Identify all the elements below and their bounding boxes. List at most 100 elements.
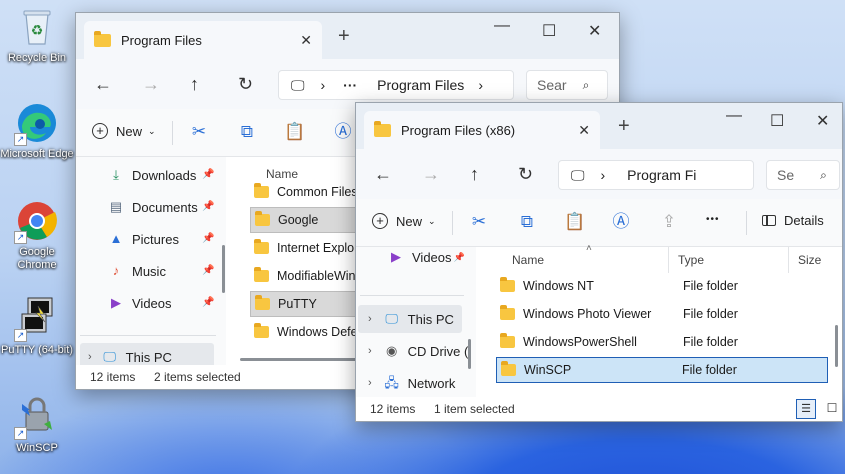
file-name: WinSCP [524,363,572,377]
file-type: File folder [683,335,738,349]
breadcrumb-program-files-x86[interactable]: Program Fi [627,167,696,183]
tab-program-files[interactable]: Program Files ✕ [84,21,322,59]
column-header-name[interactable]: Name [512,253,544,267]
minimize-button[interactable]: — [726,107,742,125]
file-row[interactable]: WinSCP File folder [496,357,828,383]
up-arrow-icon[interactable]: ↑ [470,164,479,185]
refresh-icon[interactable]: ↻ [238,74,253,95]
nav-item-cd-drive[interactable]: › ◉ CD Drive ( [368,337,468,365]
nav-item-videos[interactable]: ▶ Videos [108,289,172,317]
refresh-icon[interactable]: ↻ [518,164,533,185]
nav-item-videos[interactable]: ▶ Videos 📌 [388,243,465,271]
rename-icon[interactable]: Ⓐ [610,211,632,233]
new-button[interactable]: + New ⌄ [372,213,436,229]
details-button[interactable]: Details [762,213,824,228]
more-options-button[interactable]: ••• [706,214,720,225]
pin-icon: 📌 [202,297,215,308]
address-bar[interactable]: 🖵 › ··· Program Files › [278,70,514,100]
tab-program-files-x86[interactable]: Program Files (x86) ✕ [364,111,600,149]
navigation-bar: ← → ↑ ↻ 🖵 › Program Fi Se ⌕ [356,149,842,199]
desktop-icon-winscp[interactable]: ↗ WinSCP [0,394,74,455]
desktop-icon-edge[interactable]: ↗ Microsoft Edge [0,100,74,161]
maximize-button[interactable]: ☐ [542,21,556,41]
up-arrow-icon[interactable]: ↑ [190,74,199,95]
selection-count: 2 items selected [154,370,241,384]
nav-item-documents[interactable]: ▤ Documents [108,193,198,221]
details-view-button[interactable]: ☰ [796,399,816,419]
tiles-view-button[interactable]: ☐ [822,399,842,419]
close-tab-icon[interactable]: ✕ [300,32,312,49]
new-button[interactable]: + New ⌄ [92,123,156,139]
minimize-button[interactable]: — [494,17,510,35]
music-icon: ♪ [112,263,120,278]
desktop-icon-putty[interactable]: ↗ PuTTY (64-bit) [0,296,74,357]
column-header-type[interactable]: Type [678,253,704,267]
cut-icon[interactable]: ✂ [468,211,490,233]
download-icon: ⤓ [113,167,119,182]
desktop-icon-recycle-bin[interactable]: ♻ Recycle Bin [0,4,74,65]
this-pc-icon: 🖵 [291,76,305,93]
nav-divider [80,335,216,336]
nav-item-pictures[interactable]: ▲ Pictures [108,225,179,253]
address-bar[interactable]: 🖵 › Program Fi [558,160,754,190]
horizontal-scrollbar[interactable] [240,358,360,361]
file-row[interactable]: ModifiableWindowsApps [250,263,370,289]
desktop-icon-chrome[interactable]: ↗ Google Chrome [0,198,74,272]
back-arrow-icon[interactable]: ← [374,164,392,185]
desktop-icon-label: Microsoft Edge [0,148,74,160]
search-box[interactable]: Se ⌕ [766,160,840,190]
close-tab-icon[interactable]: ✕ [578,122,590,139]
nav-item-this-pc[interactable]: › 🖵 This PC [358,305,462,333]
search-icon: ⌕ [582,77,590,92]
content-scrollbar[interactable] [835,325,838,367]
search-box[interactable]: Sear ⌕ [526,70,608,100]
nav-item-music[interactable]: ♪ Music [108,257,166,285]
paste-icon[interactable]: 📋 [284,121,306,143]
file-row[interactable]: Common Files [250,179,370,205]
close-window-button[interactable]: ✕ [588,21,601,41]
new-tab-button[interactable]: + [338,25,350,48]
breadcrumb-program-files[interactable]: Program Files [377,77,464,93]
folder-icon [254,239,269,254]
file-row[interactable]: WindowsPowerShell File folder [498,329,828,355]
nav-scrollbar[interactable] [222,245,225,293]
nav-item-downloads[interactable]: ⤓ Downloads [108,161,196,189]
paste-icon[interactable]: 📋 [564,211,586,233]
folder-icon [254,323,269,338]
back-arrow-icon[interactable]: ← [94,74,112,95]
videos-icon: ▶ [111,295,121,310]
tab-bar: Program Files ✕ + — ☐ ✕ [76,13,619,59]
rename-icon[interactable]: Ⓐ [332,121,354,143]
maximize-button[interactable]: ☐ [770,111,784,131]
breadcrumb-overflow[interactable]: ··· [343,77,357,93]
folder-icon [255,295,270,310]
file-row[interactable]: Windows Defender [250,319,370,345]
file-row[interactable]: Internet Explorer [250,235,370,261]
close-window-button[interactable]: ✕ [816,111,829,131]
forward-arrow-icon[interactable]: → [422,164,440,185]
share-icon[interactable]: ⇪ [658,211,680,233]
folder-icon [94,30,111,47]
file-row[interactable]: Windows NT File folder [498,273,828,299]
copy-icon[interactable]: ⧉ [516,211,538,233]
navigation-pane: ▶ Videos 📌 › 🖵 This PC › ◉ CD Drive ( › … [356,247,476,421]
file-type: File folder [683,279,738,293]
cut-icon[interactable]: ✂ [188,121,210,143]
nav-scrollbar[interactable] [468,339,471,369]
nav-item-label: This PC [407,311,454,327]
search-icon: ⌕ [820,167,827,182]
file-row[interactable]: PuTTY [250,291,370,317]
column-header-size[interactable]: Size [798,253,821,267]
new-tab-button[interactable]: + [618,115,630,138]
file-row[interactable]: Google [250,207,370,233]
shortcut-arrow-icon: ↗ [14,427,27,440]
nav-item-label: Music [132,263,166,279]
navigation-pane: ⤓ Downloads 📌 ▤ Documents 📌 ▲ Pictures 📌… [76,157,226,389]
file-row[interactable]: Windows Photo Viewer File folder [498,301,828,327]
forward-arrow-icon[interactable]: → [142,74,160,95]
folder-icon [255,211,270,226]
nav-item-network[interactable]: › 🖧 Network [368,369,455,397]
copy-icon[interactable]: ⧉ [236,121,258,143]
documents-icon: ▤ [109,199,123,214]
nav-item-label: Pictures [132,231,179,247]
